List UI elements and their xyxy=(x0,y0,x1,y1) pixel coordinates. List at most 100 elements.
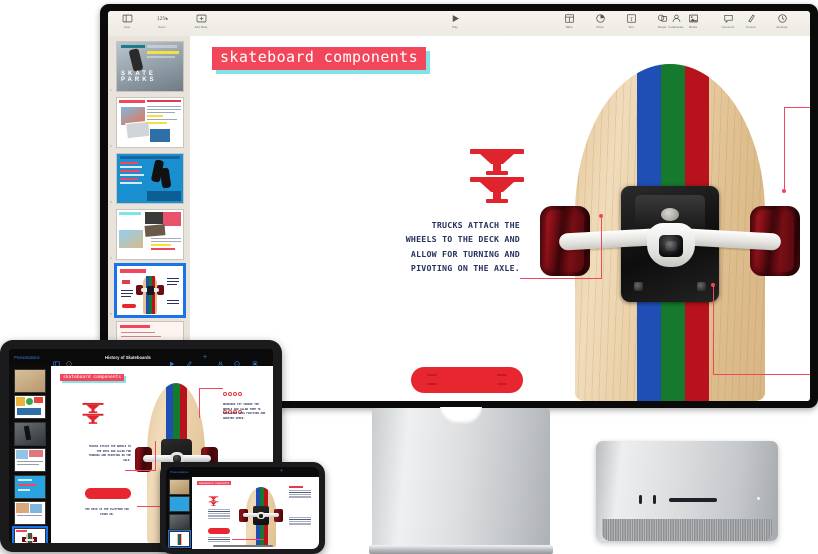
slide-number: 2 xyxy=(110,144,112,148)
comment-icon xyxy=(723,13,734,24)
toolbar-label-animate: Animate xyxy=(776,24,788,29)
toolbar-label-play: Play xyxy=(452,24,458,29)
slide-thumbnail[interactable] xyxy=(116,97,184,148)
ipad-document-title: History of Skateboards xyxy=(105,354,151,360)
toolbar-button-format[interactable]: Format xyxy=(740,13,762,28)
toolbar-right-group: Format Animate Document xyxy=(740,13,810,28)
stand-notch xyxy=(440,407,482,424)
page-title: skateboard components xyxy=(220,48,419,66)
ipad-slide-navigator[interactable]: + xyxy=(9,366,51,543)
toolbar-insert-group: Table Chart T Text Shape Media Comment xyxy=(558,13,743,28)
toolbar-button-add-slide[interactable]: Add Slide xyxy=(186,13,216,28)
slide-number: 1 xyxy=(110,88,112,92)
insert-icon[interactable]: + xyxy=(203,354,207,361)
callout-dot-bearings xyxy=(782,189,786,193)
toolbar-center-group: Play xyxy=(444,13,466,28)
ipad-thumbnail[interactable] xyxy=(14,421,46,446)
toolbar-label-chart: Chart xyxy=(596,24,604,29)
kingpin xyxy=(659,235,683,257)
ipad-toolbar: Presentations ? History of Skateboards + xyxy=(9,349,273,368)
ipad-thumbnail-selected[interactable] xyxy=(12,525,48,543)
toolbar-button-play[interactable]: Play xyxy=(444,13,466,28)
iphone-slide-canvas[interactable]: skateboard components xyxy=(192,477,319,549)
navigator-slide-2[interactable]: 2 xyxy=(110,97,184,148)
toolbar-label-collaborate: Collaborate xyxy=(668,24,684,29)
slide-number: 4 xyxy=(110,256,112,260)
display-stand xyxy=(369,407,553,554)
trucks-graphic xyxy=(466,144,528,206)
sd-card-slot xyxy=(669,498,717,502)
iphone-slide-title: skateboard components xyxy=(197,481,232,486)
animate-icon xyxy=(777,13,788,24)
iphone-screen: Presentations + + xyxy=(166,467,319,549)
zoom-icon: 125% xyxy=(157,13,168,24)
slide-thumbnail[interactable] xyxy=(116,153,184,204)
toolbar-label-comment: Comment xyxy=(721,24,735,29)
usb-c-port xyxy=(639,495,642,504)
iphone-slide-navigator[interactable]: + xyxy=(166,477,192,549)
ipad-slide-title: skateboard components xyxy=(60,374,125,381)
truck-hanger xyxy=(558,219,782,267)
toolbar-left-group: View 125% Zoom Add Slide xyxy=(116,13,216,28)
iphone-thumbnail[interactable] xyxy=(168,496,190,512)
deck-graphic xyxy=(411,367,523,393)
mac-studio xyxy=(596,441,778,554)
iphone-device: Presentations + + xyxy=(160,462,325,554)
navigator-slide-5[interactable]: 5 xyxy=(110,263,186,318)
insert-icon[interactable]: + xyxy=(280,469,283,474)
navigator-slide-4[interactable]: 4 xyxy=(110,209,184,260)
slide-title-block[interactable]: skateboard components xyxy=(212,47,431,74)
toolbar-label-table: Table xyxy=(565,24,573,29)
ipad-thumbnail[interactable] xyxy=(14,501,46,525)
iphone-back-label[interactable]: Presentations xyxy=(170,470,188,474)
callout-text-trucks[interactable]: TRUCKS ATTACH THE WHEELS TO THE DECK AND… xyxy=(400,218,520,275)
ipad-thumbnail[interactable] xyxy=(14,368,46,393)
navigator-slide-1[interactable]: SKATE PARKS 1 xyxy=(110,41,184,92)
iphone-thumbnail[interactable] xyxy=(168,513,190,530)
ipad-callout-bearings: BEARINGS FIT INSIDE THE WHEELS AND ALLOW… xyxy=(223,403,266,420)
home-indicator xyxy=(213,545,273,547)
title-plate: skateboard components xyxy=(212,47,427,70)
ipad-thumbnail[interactable] xyxy=(14,448,46,472)
play-icon xyxy=(450,13,461,24)
product-family-scene: View 125% Zoom Add Slide Play Table Char… xyxy=(0,0,818,554)
skateboard-image xyxy=(540,64,800,401)
iphone-thumbnail[interactable] xyxy=(168,478,190,495)
ipad-back-label[interactable]: Presentations xyxy=(14,355,40,360)
stand-neck xyxy=(372,407,550,546)
iphone-thumbnail[interactable] xyxy=(168,548,190,549)
toolbar-button-comment[interactable]: Comment xyxy=(713,13,743,28)
callout-line-bearings-v xyxy=(784,107,786,191)
slide-canvas[interactable]: skateboard components TRUCKS ATTACH THE … xyxy=(190,36,810,401)
toolbar-label-add-slide: Add Slide xyxy=(194,24,208,29)
toolbar-button-animate[interactable]: Animate xyxy=(771,13,793,28)
toolbar-label-zoom: Zoom xyxy=(158,24,166,29)
navigator-slide-3[interactable]: 3 xyxy=(110,153,184,204)
toolbar-button-table[interactable]: Table xyxy=(558,13,580,28)
slide-thumbnail[interactable]: SKATE PARKS xyxy=(116,41,184,92)
toolbar-button-chart[interactable]: Chart xyxy=(589,13,611,28)
ipad-thumbnail[interactable] xyxy=(14,395,46,419)
callout-line-screws-h xyxy=(713,374,810,376)
toolbar-button-zoom[interactable]: 125% Zoom xyxy=(147,13,177,28)
ipad-thumbnail[interactable] xyxy=(14,474,46,499)
text-icon: T xyxy=(626,13,637,24)
callout-line-screws-v xyxy=(713,285,715,375)
add-slide-icon xyxy=(196,13,207,24)
callout-dot-trucks xyxy=(599,214,603,218)
iphone-thumbnail-selected[interactable] xyxy=(167,530,191,548)
chart-icon xyxy=(595,13,606,24)
toolbar-collab-group: Collaborate xyxy=(656,13,696,28)
slide-thumbnail-selected[interactable] xyxy=(114,263,186,318)
collaborate-icon xyxy=(671,13,682,24)
callout-dot-screws xyxy=(711,283,715,287)
ipad-callout-deck: THE DECK IS THE PLATFORM YOU STAND ON. xyxy=(85,508,129,516)
toolbar-button-document[interactable]: Document xyxy=(802,13,810,28)
toolbar-button-view[interactable]: View xyxy=(116,13,138,28)
toolbar-button-text[interactable]: T Text xyxy=(620,13,642,28)
table-icon xyxy=(564,13,575,24)
usb-c-port xyxy=(653,495,656,504)
slide-thumbnail[interactable] xyxy=(116,209,184,260)
slide-number: 5 xyxy=(110,312,112,316)
toolbar-button-collaborate[interactable]: Collaborate xyxy=(656,13,696,28)
